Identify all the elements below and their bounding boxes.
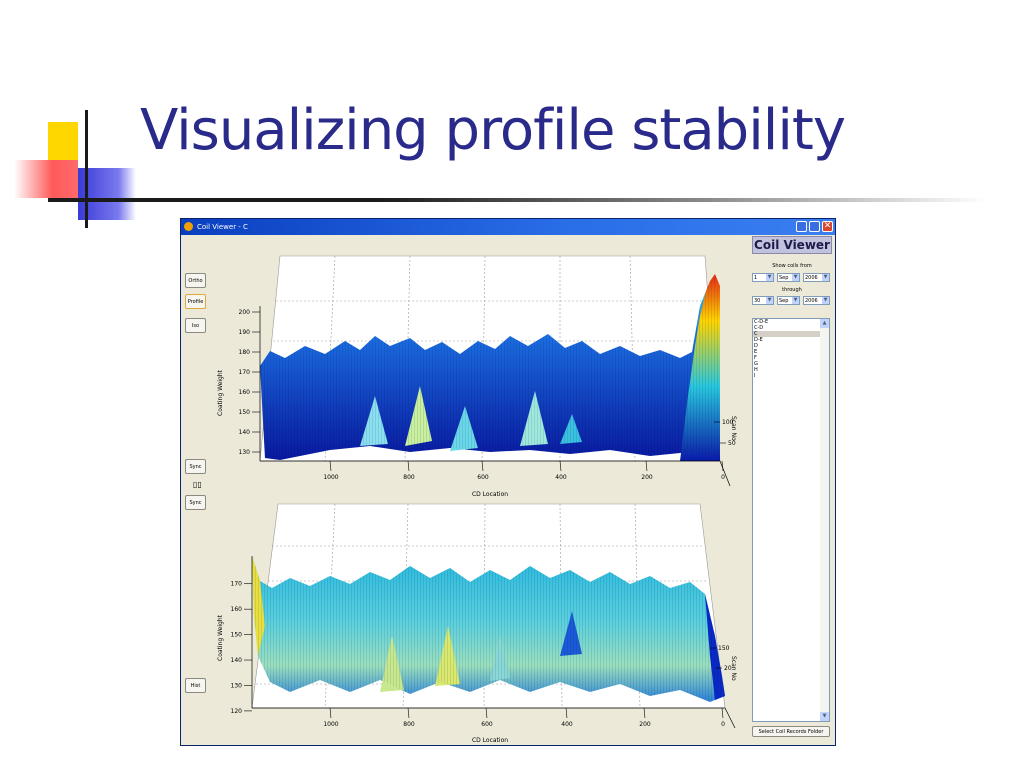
y-tick-label: 170 (239, 369, 251, 376)
x-tick-label: 800 (403, 721, 415, 728)
chevron-down-icon: ▼ (792, 274, 799, 281)
y-tick-label: 150 (231, 632, 243, 639)
from-year-select[interactable]: 2006 ▼ (803, 273, 830, 282)
coil-listbox[interactable]: C-D-E C-D C D-E D E F G H I ▲ ▼ (752, 318, 830, 722)
y-tick-label: 130 (239, 449, 251, 456)
to-day-value: 30 (754, 298, 761, 304)
y-tick-label: 120 (231, 708, 243, 715)
x-tick-mark (407, 707, 410, 719)
coil-list-item[interactable]: I (753, 373, 829, 379)
x-tick-label: 0 (721, 721, 725, 728)
y-tick-label: 200 (239, 309, 251, 316)
top-y-axis-label: Coating Weight (217, 369, 224, 416)
x-tick-label: 1000 (323, 721, 338, 728)
x-tick-label: 200 (639, 721, 651, 728)
bottom-z-axis-label: Scan No (730, 656, 737, 681)
z-tick-label: 150 (718, 645, 730, 652)
show-coils-from-label: Show coils from (772, 263, 812, 269)
through-label: through (782, 287, 802, 293)
sync-link-icon: ▯▯ (193, 480, 202, 489)
iso-button[interactable]: Iso (185, 318, 206, 333)
minimize-icon[interactable] (796, 221, 807, 232)
to-month-value: Sep (779, 298, 789, 304)
from-year-value: 2006 (805, 275, 818, 281)
x-tick-label: 600 (481, 721, 493, 728)
y-tick-label: 140 (239, 429, 251, 436)
chevron-down-icon: ▼ (766, 297, 773, 304)
window-titlebar[interactable]: Coil Viewer - C ✕ (181, 219, 835, 235)
z-tick-label: 50 (728, 440, 736, 447)
select-coil-records-folder-button[interactable]: Select Coil Records Folder (752, 726, 830, 737)
app-icon (184, 222, 193, 231)
y-tick-label: 160 (231, 606, 243, 613)
x-tick-label: 0 (721, 474, 725, 481)
x-tick-label: 400 (555, 474, 567, 481)
window-title: Coil Viewer - C (197, 223, 248, 231)
slide-title: Visualizing profile stability (140, 98, 846, 163)
y-tick-label: 140 (231, 657, 243, 664)
title-rule (48, 198, 988, 202)
hist-button[interactable]: Hist (185, 678, 206, 693)
panel-title: Coil Viewer (752, 236, 832, 254)
to-month-select[interactable]: Sep ▼ (777, 296, 800, 305)
bottom-surface-plot[interactable]: 120130140150160170 1000 800 600 400 200 0 201… (210, 496, 746, 746)
top-x-ticks: 1000 800 600 400 200 0 (323, 460, 725, 481)
bottom-y-axis-label: Coating Weight (217, 614, 224, 661)
x-tick-mark (721, 707, 724, 719)
y-tick-label: 130 (231, 682, 243, 689)
sync-top-button[interactable]: Sync (185, 459, 206, 474)
x-tick-mark (565, 707, 568, 719)
top-z-axis-label: Scan No (730, 416, 737, 441)
list-scrollbar[interactable]: ▲ ▼ (820, 319, 829, 721)
from-month-select[interactable]: Sep ▼ (777, 273, 800, 282)
x-tick-label: 200 (641, 474, 653, 481)
y-tick-label: 150 (239, 409, 251, 416)
y-tick-label: 180 (239, 349, 251, 356)
x-tick-mark (481, 460, 484, 472)
chevron-down-icon: ▼ (792, 297, 799, 304)
vertical-rule-decoration (85, 110, 88, 228)
x-tick-mark (645, 460, 648, 472)
control-panel: Coil Viewer Show coils from 1 ▼ Sep ▼ 2006… (752, 236, 832, 740)
scroll-down-icon[interactable]: ▼ (820, 712, 829, 721)
to-year-select[interactable]: 2006 ▼ (803, 296, 830, 305)
top-y-ticks: 130 140 150 160 170 180 190 200 (239, 309, 260, 456)
yellow-square-decoration (48, 122, 78, 160)
to-year-value: 2006 (805, 298, 818, 304)
maximize-icon[interactable] (809, 221, 820, 232)
from-month-value: Sep (779, 275, 789, 281)
x-tick-mark (407, 460, 410, 472)
x-tick-label: 600 (477, 474, 489, 481)
ortho-button[interactable]: Ortho (185, 273, 206, 288)
x-tick-mark (559, 460, 562, 472)
bottom-y-ticks: 120 130 140 150 160 170 (231, 581, 252, 715)
top-surface-plot[interactable]: 130 140 150 160 170 180 190 200 1000 800 600 400 20… (210, 246, 746, 498)
chevron-down-icon: ▼ (766, 274, 773, 281)
scroll-up-icon[interactable]: ▲ (820, 319, 829, 328)
close-icon[interactable]: ✕ (822, 221, 833, 232)
y-tick-label: 160 (239, 389, 251, 396)
x-tick-mark (485, 707, 488, 719)
y-tick-label: 190 (239, 329, 251, 336)
x-tick-label: 400 (561, 721, 573, 728)
y-tick-label: 170 (231, 581, 243, 588)
x-tick-label: 800 (403, 474, 415, 481)
profile-button[interactable]: Profile (185, 294, 206, 309)
bottom-x-ticks: 1000 800 600 400 200 0 (323, 707, 725, 728)
chevron-down-icon: ▼ (822, 297, 829, 304)
x-tick-label: 1000 (323, 474, 338, 481)
x-tick-mark (329, 460, 332, 472)
chevron-down-icon: ▼ (822, 274, 829, 281)
from-day-value: 1 (754, 275, 758, 281)
coil-items: C-D-E C-D C D-E D E F G H I (753, 319, 829, 379)
x-tick-mark (643, 707, 646, 719)
from-day-select[interactable]: 1 ▼ (752, 273, 774, 282)
x-tick-mark (329, 707, 332, 719)
red-square-decoration (14, 160, 78, 198)
sync-bottom-button[interactable]: Sync (185, 495, 206, 510)
bottom-x-axis-label: CD Location (472, 737, 508, 744)
to-day-select[interactable]: 30 ▼ (752, 296, 774, 305)
